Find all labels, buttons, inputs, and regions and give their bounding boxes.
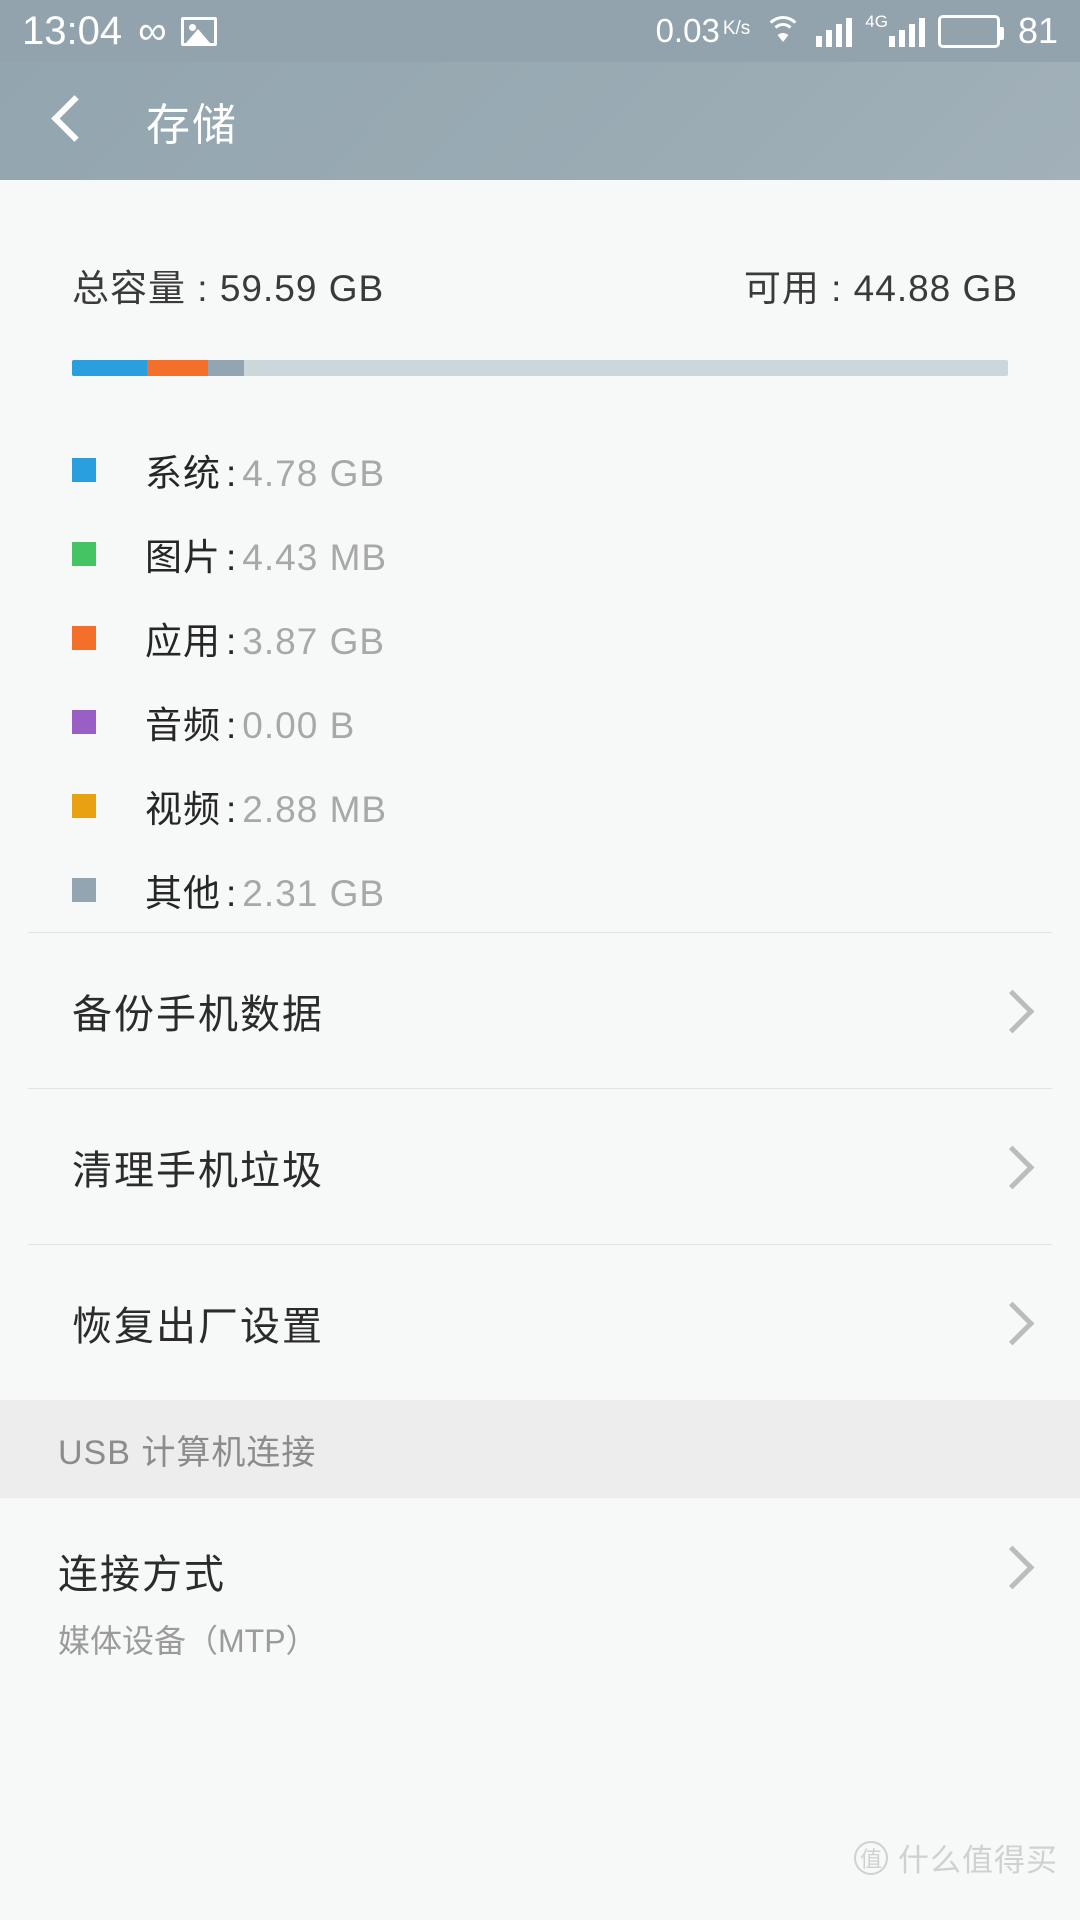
app-bar: 存储 [0,62,1080,180]
legend-item: 图片:4.43 MB [0,512,1080,596]
legend-value: 0.00 B [242,705,356,746]
legend-color-swatch [72,458,96,482]
legend-separator: : [226,789,238,830]
mobile-signal-icon: 4G [865,12,925,47]
legend-label: 应用:3.87 GB [145,611,385,665]
legend-color-swatch [72,542,96,566]
connection-method-row[interactable]: 连接方式 媒体设备（MTP） [0,1498,1080,1662]
legend-category-name: 视频 [145,789,221,830]
chevron-right-icon [994,1306,1028,1340]
usb-section-header-label: USB 计算机连接 [58,1433,317,1472]
connection-method-title: 连接方式 [58,1553,226,1597]
page-title: 存储 [146,101,238,150]
usage-segment [72,360,148,376]
back-chevron-icon[interactable] [42,95,94,147]
chevron-right-icon [994,1150,1028,1184]
chevron-right-icon [994,994,1028,1028]
legend-color-swatch [72,878,96,902]
signal-bars-icon [816,15,853,47]
legend-color-swatch [72,626,96,650]
legend-item: 音频:0.00 B [0,680,1080,764]
legend-label: 其他:2.31 GB [145,863,385,917]
legend-separator: : [226,873,238,914]
settings-row[interactable]: 恢复出厂设置 [0,1245,1080,1400]
legend-value: 3.87 GB [242,621,386,662]
legend-item: 视频:2.88 MB [0,764,1080,848]
status-time: 13:04 [22,9,123,53]
storage-usage-bar [72,360,1008,376]
legend-item: 应用:3.87 GB [0,596,1080,680]
connection-method-subtitle: 媒体设备（MTP） [58,1623,318,1659]
watermark-logo: 值 [854,1840,888,1875]
legend-category-name: 其他 [145,873,221,914]
watermark: 值 什么值得买 [854,1835,1058,1880]
status-bar: 13:04 ∞ 0.03 K/s 4G 81 [0,0,1080,62]
legend-label: 图片:4.43 MB [145,527,387,581]
settings-row-label: 恢复出厂设置 [72,1304,324,1349]
gallery-icon [180,16,217,46]
settings-row-label: 备份手机数据 [72,992,324,1037]
legend-value: 2.88 MB [242,789,388,830]
legend-value: 4.78 GB [242,453,386,494]
legend-separator: : [226,705,238,746]
storage-legend: 系统:4.78 GB 图片:4.43 MB 应用:3.87 GB 音频:0.00 B视… [0,428,1080,932]
legend-category-name: 系统 [145,453,221,494]
chevron-right-icon [994,1550,1028,1584]
status-bar-right: 0.03 K/s 4G 81 [656,10,1058,52]
battery-icon [937,14,1004,48]
legend-value: 2.31 GB [242,873,386,914]
network-speed-value: 0.03 [655,12,720,49]
legend-item: 系统:4.78 GB [0,428,1080,512]
legend-category-name: 图片 [145,537,221,578]
legend-label: 音频:0.00 B [145,695,355,749]
wifi-icon [763,16,803,46]
legend-separator: : [226,537,238,578]
legend-item: 其他:2.31 GB [0,848,1080,932]
legend-label: 视频:2.88 MB [145,779,387,833]
available-capacity-label: 可用 : 44.88 GB [743,268,1018,309]
watermark-text: 什么值得买 [898,1843,1058,1878]
usage-segment [147,360,208,376]
legend-color-swatch [72,710,96,734]
legend-color-swatch [72,794,96,818]
legend-label: 系统:4.78 GB [145,443,385,497]
infinity-icon: ∞ [138,9,166,53]
legend-separator: : [226,621,238,662]
usage-segment [207,360,245,376]
network-type-label: 4G [865,12,888,31]
legend-separator: : [226,453,238,494]
settings-row[interactable]: 备份手机数据 [0,933,1080,1088]
legend-category-name: 应用 [145,621,221,662]
settings-row-label: 清理手机垃圾 [72,1148,324,1193]
settings-list: 备份手机数据 清理手机垃圾 恢复出厂设置 [0,933,1080,1400]
status-bar-left: 13:04 ∞ [22,11,217,51]
storage-summary: 总容量 : 59.59 GB 可用 : 44.88 GB [0,180,1080,312]
usb-section-header: USB 计算机连接 [0,1400,1080,1498]
settings-row[interactable]: 清理手机垃圾 [0,1089,1080,1244]
battery-level: 81 [1017,10,1058,51]
network-speed-unit: K/s [722,18,751,39]
legend-value: 4.43 MB [242,537,388,578]
total-capacity-label: 总容量 : 59.59 GB [72,268,385,309]
network-speed: 0.03 K/s [656,12,751,50]
legend-category-name: 音频 [145,705,221,746]
